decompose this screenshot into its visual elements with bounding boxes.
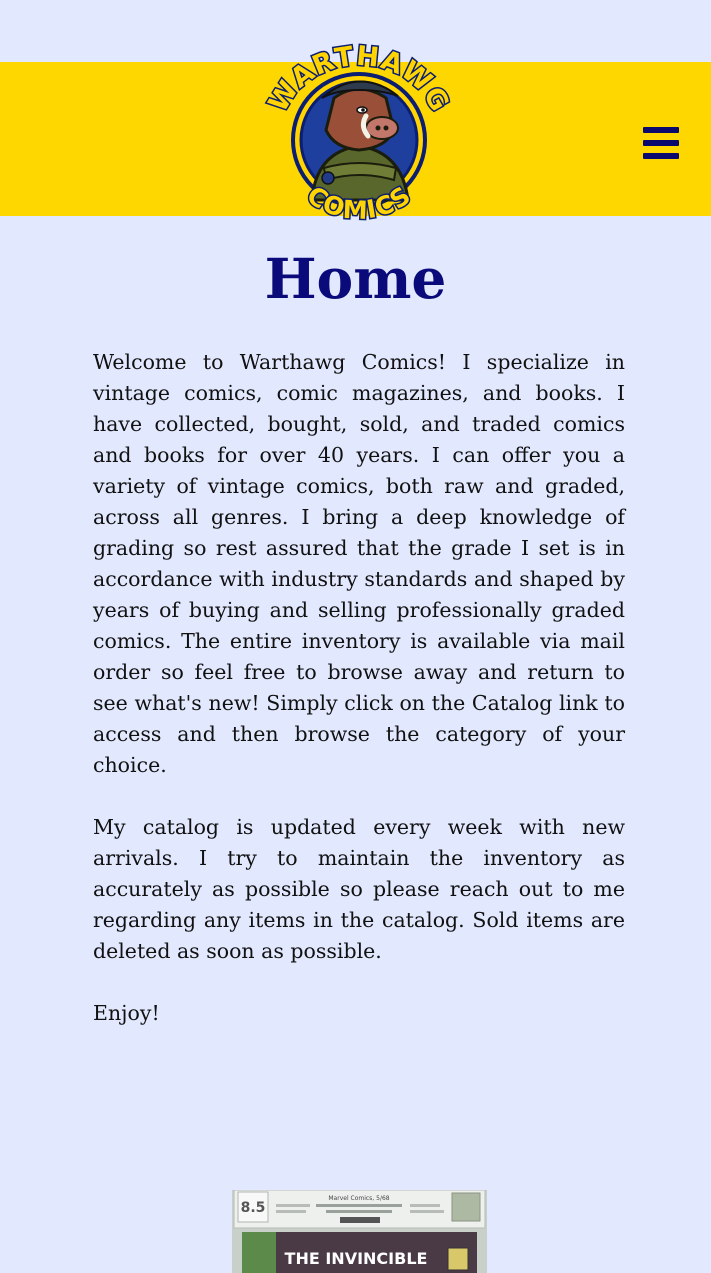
- featured-comic-image[interactable]: 8.5 Marvel Comics, 5/68 THE INVINCIBLE: [232, 1190, 487, 1273]
- comic-grade: 8.5: [241, 1200, 266, 1216]
- menu-bar-middle: [643, 140, 679, 146]
- menu-bar-bottom: [643, 153, 679, 159]
- hamburger-menu-icon[interactable]: [643, 127, 679, 159]
- menu-bar-top: [643, 127, 679, 133]
- graded-comic-slab-image: 8.5 Marvel Comics, 5/68 THE INVINCIBLE: [232, 1190, 487, 1273]
- page-title: Home: [264, 246, 447, 311]
- warthog-mascot-icon: WARTHAWG COMICS: [261, 39, 456, 226]
- intro-paragraph: Welcome to Warthawg Comics! I specialize…: [93, 350, 625, 777]
- comic-cover-title: THE INVINCIBLE: [285, 1249, 428, 1268]
- catalog-paragraph: My catalog is updated every week with ne…: [93, 815, 625, 963]
- warthawg-comics-logo[interactable]: WARTHAWG COMICS: [261, 39, 456, 232]
- slab-label-header: Marvel Comics, 5/68: [328, 1195, 389, 1202]
- closing-paragraph: Enjoy!: [93, 1001, 160, 1025]
- main-content: Welcome to Warthawg Comics! I specialize…: [93, 347, 625, 1060]
